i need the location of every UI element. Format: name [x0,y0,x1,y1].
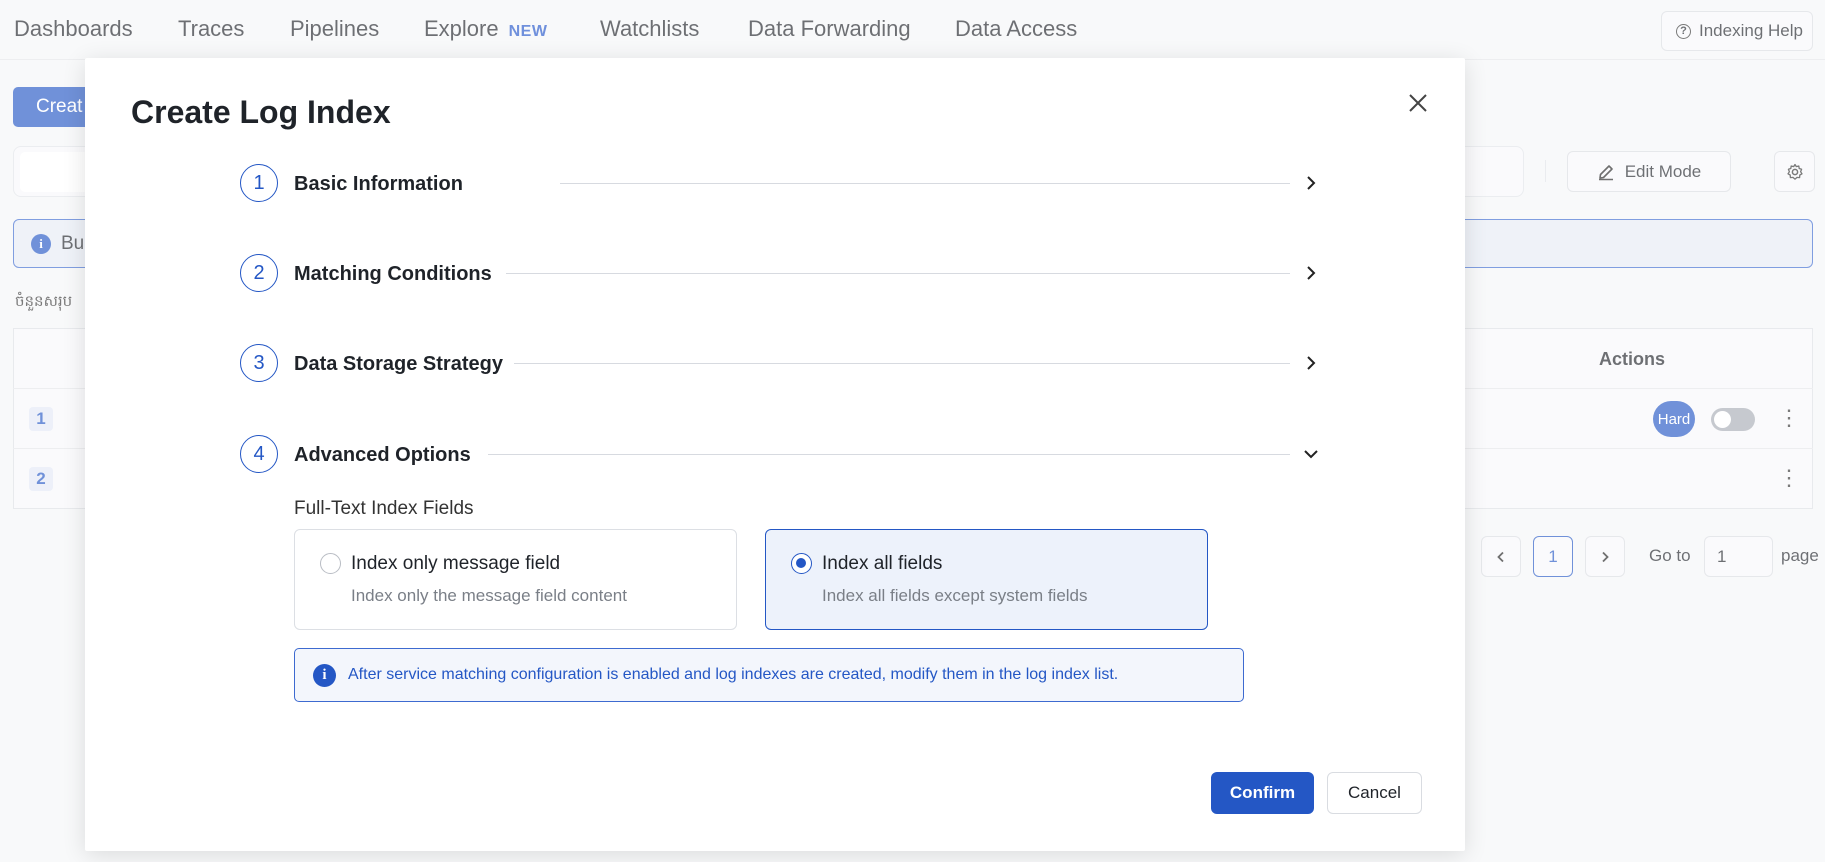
step-divider [488,454,1290,455]
chevron-right-icon [1307,356,1316,370]
step-number: 4 [240,435,278,473]
step-label: Data Storage Strategy [294,353,503,375]
close-icon [1409,94,1427,112]
option-title: Index all fields [822,553,943,574]
step-number: 1 [240,164,278,202]
step-divider [506,273,1290,274]
info-notice: i After service matching configuration i… [294,648,1244,702]
option-index-message-field[interactable]: Index only message field Index only the … [294,529,737,630]
info-notice-text: After service matching configuration is … [348,666,1119,683]
step-label: Matching Conditions [294,263,492,285]
full-text-index-fields-label: Full-Text Index Fields [294,498,474,519]
step-advanced-options[interactable]: 4 Advanced Options [240,435,1320,475]
step-label: Basic Information [294,173,463,195]
step-divider [514,363,1290,364]
close-button[interactable] [1403,88,1433,118]
chevron-right-icon [1307,176,1316,190]
step-basic-information[interactable]: 1 Basic Information [240,164,1320,204]
step-label: Advanced Options [294,444,471,466]
radio-button[interactable] [320,553,341,574]
option-description: Index all fields except system fields [822,586,1088,605]
option-title: Index only message field [351,553,561,574]
cancel-button[interactable]: Cancel [1327,772,1422,814]
chevron-right-icon [1307,266,1316,280]
step-number: 2 [240,254,278,292]
radio-button[interactable] [791,553,812,574]
step-data-storage-strategy[interactable]: 3 Data Storage Strategy [240,344,1320,384]
step-divider [560,183,1290,184]
option-index-all-fields[interactable]: Index all fields Index all fields except… [765,529,1208,630]
confirm-button[interactable]: Confirm [1211,772,1314,814]
dialog-title: Create Log Index [131,94,391,130]
step-number: 3 [240,344,278,382]
info-icon: i [313,664,336,687]
option-description: Index only the message field content [351,586,627,605]
step-matching-conditions[interactable]: 2 Matching Conditions [240,254,1320,294]
create-log-index-dialog: Create Log Index 1 Basic Information 2 M… [85,58,1465,851]
chevron-down-icon [1304,450,1318,459]
